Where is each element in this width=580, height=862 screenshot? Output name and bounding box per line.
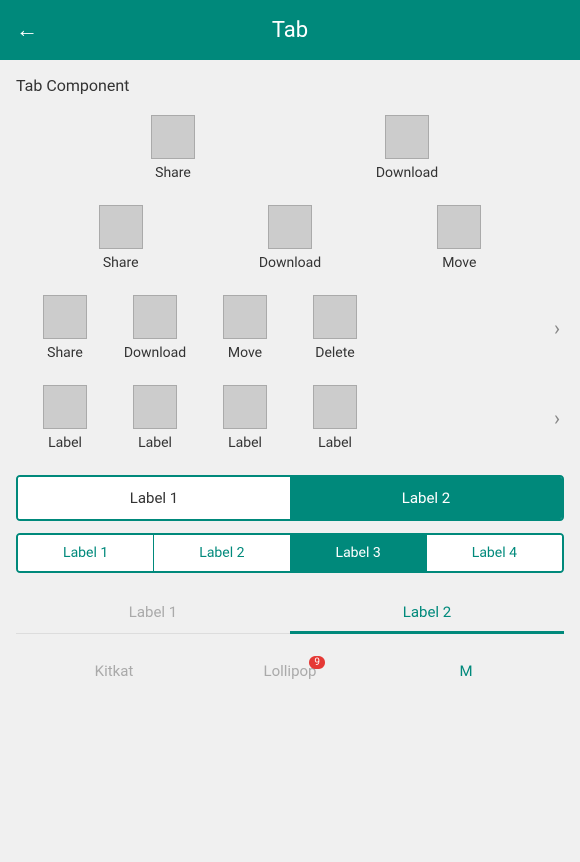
icon-row-3: Share Download Move Delete › <box>16 295 564 361</box>
tab-row-bottom: Kitkat Lollipop 9 M <box>16 654 564 688</box>
delete-label-3: Delete <box>315 345 354 361</box>
label-icon-2 <box>133 385 177 429</box>
icon-item-move-2[interactable]: Move <box>404 205 514 271</box>
share-icon-3 <box>43 295 87 339</box>
tab4-label4[interactable]: Label 4 <box>427 535 562 571</box>
label-icon-3 <box>223 385 267 429</box>
icon-item-label-4[interactable]: Label <box>290 385 380 451</box>
tabs-section: Label 1 Label 2 Label 1 Label 2 Label 3 … <box>16 475 564 688</box>
header-title: Tab <box>54 18 526 43</box>
back-button[interactable]: ← <box>16 17 38 43</box>
share-label-1: Share <box>155 165 191 181</box>
download-icon-3 <box>133 295 177 339</box>
delete-icon-3 <box>313 295 357 339</box>
move-label-2: Move <box>442 255 476 271</box>
tab4-label3[interactable]: Label 3 <box>291 535 427 571</box>
tab4-label1[interactable]: Label 1 <box>18 535 154 571</box>
icon-item-download-2[interactable]: Download <box>235 205 345 271</box>
move-icon-2 <box>437 205 481 249</box>
icon-item-share-1[interactable]: Share <box>118 115 228 181</box>
icon-item-download-3[interactable]: Download <box>110 295 200 361</box>
label-text-1: Label <box>48 435 82 451</box>
icon-item-share-3[interactable]: Share <box>20 295 110 361</box>
icon-item-label-3[interactable]: Label <box>200 385 290 451</box>
icon-item-move-3[interactable]: Move <box>200 295 290 361</box>
share-label-2: Share <box>103 255 139 271</box>
icon-item-label-2[interactable]: Label <box>110 385 200 451</box>
download-label-3: Download <box>124 345 186 361</box>
tab-row-4: Label 1 Label 2 Label 3 Label 4 <box>16 533 564 573</box>
move-icon-3 <box>223 295 267 339</box>
row4-chevron[interactable]: › <box>554 406 560 430</box>
lollipop-badge: 9 <box>309 656 325 669</box>
move-label-3: Move <box>228 345 262 361</box>
share-label-3: Share <box>47 345 83 361</box>
tab2-label2[interactable]: Label 2 <box>290 477 562 519</box>
share-icon-2 <box>99 205 143 249</box>
icon-item-share-2[interactable]: Share <box>66 205 176 271</box>
download-icon-1 <box>385 115 429 159</box>
share-icon-1 <box>151 115 195 159</box>
download-icon-2 <box>268 205 312 249</box>
download-label-1: Download <box>376 165 438 181</box>
tab-row-underline: Label 1 Label 2 <box>16 593 564 634</box>
tab-bottom-lollipop[interactable]: Lollipop 9 <box>202 654 378 688</box>
tab-bottom-m[interactable]: M <box>378 654 554 688</box>
icon-row-1: Share Download <box>16 115 564 181</box>
tab-underline-label1[interactable]: Label 1 <box>16 593 290 633</box>
row3-chevron[interactable]: › <box>554 316 560 340</box>
icon-item-download-1[interactable]: Download <box>352 115 462 181</box>
icon-item-delete-3[interactable]: Delete <box>290 295 380 361</box>
tab-underline-label2[interactable]: Label 2 <box>290 593 564 634</box>
section-title: Tab Component <box>16 76 564 95</box>
tab4-label2[interactable]: Label 2 <box>154 535 290 571</box>
icon-row-2: Share Download Move <box>16 205 564 271</box>
header: ← Tab <box>0 0 580 60</box>
icon-row-4: Label Label Label Label › <box>16 385 564 451</box>
tab-bottom-kitkat[interactable]: Kitkat <box>26 654 202 688</box>
tab2-label1[interactable]: Label 1 <box>18 477 290 519</box>
label-icon-1 <box>43 385 87 429</box>
label-icon-4 <box>313 385 357 429</box>
content: Tab Component Share Download Share Downl… <box>0 60 580 704</box>
icon-item-label-1[interactable]: Label <box>20 385 110 451</box>
label-text-4: Label <box>318 435 352 451</box>
tab-row-2: Label 1 Label 2 <box>16 475 564 521</box>
label-text-3: Label <box>228 435 262 451</box>
label-text-2: Label <box>138 435 172 451</box>
download-label-2: Download <box>259 255 321 271</box>
